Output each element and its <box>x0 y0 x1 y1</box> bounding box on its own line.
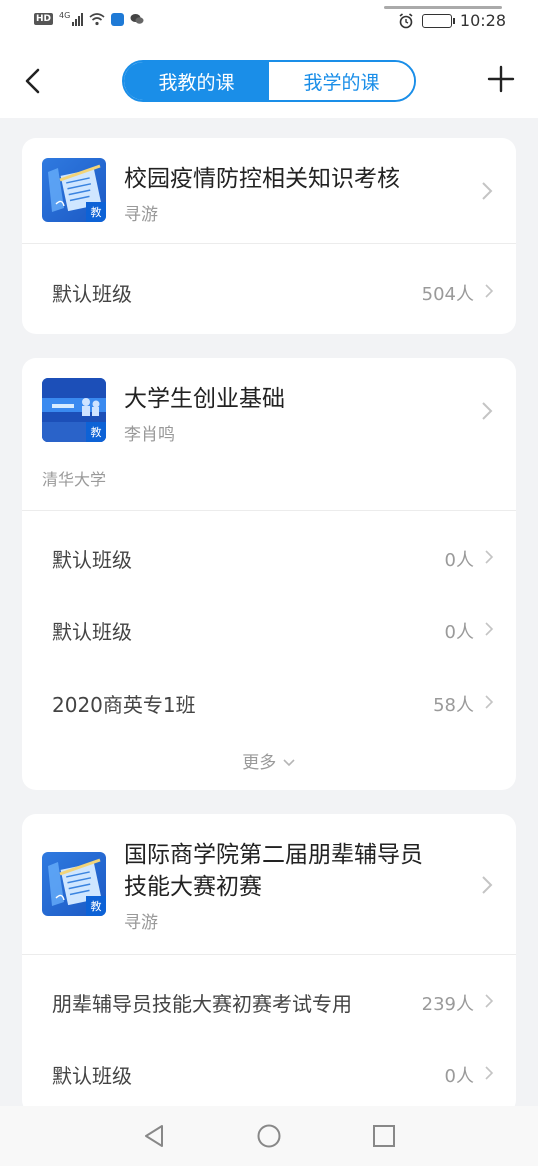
class-name: 2020商英专1班 <box>52 693 196 717</box>
tab-learning[interactable]: 我学的课 <box>269 62 414 100</box>
course-cover: 教 <box>42 378 106 442</box>
course-header[interactable]: 教 校园疫情防控相关知识考核 寻游 <box>22 138 516 244</box>
course-cover: 教 <box>42 158 106 222</box>
app-notification-icon <box>111 12 125 26</box>
teacher-badge: 教 <box>86 202 106 222</box>
class-name: 默认班级 <box>52 620 132 644</box>
back-triangle-icon[interactable] <box>140 1122 168 1150</box>
class-count: 504人 <box>421 284 474 305</box>
chevron-right-icon <box>485 695 494 709</box>
class-row[interactable]: 朋辈辅导员技能大赛初赛考试专用 239人 <box>22 966 516 1038</box>
chevron-right-icon <box>485 550 494 564</box>
class-row[interactable]: 默认班级 504人 <box>22 256 516 328</box>
class-row[interactable]: 默认班级 0人 <box>22 1038 516 1110</box>
more-label: 更多 <box>242 753 277 773</box>
chevron-right-icon <box>485 994 494 1008</box>
top-header: 我教的课 我学的课 <box>0 44 538 118</box>
teacher-badge: 教 <box>86 422 106 442</box>
class-row[interactable]: 2020商英专1班 58人 <box>22 667 516 739</box>
alarm-icon <box>399 12 413 28</box>
class-name: 默认班级 <box>52 1064 132 1088</box>
class-name: 默认班级 <box>52 548 132 572</box>
course-title-line1: 国际商学院第二届朋辈辅导员 <box>124 842 423 868</box>
divider <box>22 510 516 511</box>
course-title: 校园疫情防控相关知识考核 <box>124 166 400 192</box>
status-bar-divider <box>384 6 502 9</box>
course-card[interactable]: 教 国际商学院第二届朋辈辅导员 技能大赛初赛 寻游 朋辈辅导员技能大赛初赛考试专… <box>22 814 516 1114</box>
system-nav-bar <box>0 1106 538 1166</box>
course-cover: 教 <box>42 852 106 916</box>
chevron-right-icon <box>482 876 493 894</box>
course-tabs: 我教的课 我学的课 <box>122 60 416 102</box>
home-circle-icon[interactable] <box>255 1122 283 1150</box>
course-header[interactable]: 教 大学生创业基础 李肖鸣 <box>22 358 516 464</box>
chevron-right-icon <box>482 182 493 200</box>
status-right-icons: 10:28 <box>398 11 506 30</box>
status-bar: HD 4G 10:28 <box>0 0 538 44</box>
more-button[interactable]: 更多 <box>22 748 516 773</box>
hd-icon: HD <box>34 13 54 25</box>
class-count: 0人 <box>444 622 474 643</box>
chevron-right-icon <box>485 1066 494 1080</box>
divider <box>22 954 516 955</box>
class-count: 0人 <box>444 1066 474 1087</box>
chevron-right-icon <box>482 402 493 420</box>
divider <box>22 243 516 244</box>
battery-icon <box>421 13 455 28</box>
course-title: 大学生创业基础 <box>124 386 285 412</box>
chevron-down-icon <box>283 759 295 767</box>
course-card[interactable]: 教 大学生创业基础 李肖鸣 清华大学 默认班级 0人 默认班级 0人 2020商… <box>22 358 516 790</box>
tab-teaching[interactable]: 我教的课 <box>124 62 269 100</box>
class-name: 朋辈辅导员技能大赛初赛考试专用 <box>52 992 352 1016</box>
course-teacher: 寻游 <box>124 205 158 225</box>
class-row[interactable]: 默认班级 0人 <box>22 522 516 594</box>
class-row[interactable]: 默认班级 0人 <box>22 594 516 666</box>
course-title-line2: 技能大赛初赛 <box>124 874 262 900</box>
course-school: 清华大学 <box>42 470 107 489</box>
wechat-icon <box>130 14 144 24</box>
chevron-right-icon <box>485 284 494 298</box>
back-arrow-icon[interactable] <box>18 64 48 98</box>
class-count: 239人 <box>421 994 474 1015</box>
class-count: 0人 <box>444 550 474 571</box>
class-name: 默认班级 <box>52 282 132 306</box>
course-teacher: 寻游 <box>124 913 158 933</box>
network-type-label: 4G <box>59 10 71 20</box>
course-header[interactable]: 教 国际商学院第二届朋辈辅导员 技能大赛初赛 寻游 <box>22 814 516 954</box>
wifi-icon <box>89 13 105 26</box>
signal-icon <box>72 12 84 26</box>
status-left-icons: HD 4G <box>34 10 144 26</box>
status-time: 10:28 <box>459 11 506 30</box>
plus-icon[interactable] <box>486 64 516 94</box>
class-count: 58人 <box>433 695 474 716</box>
course-card[interactable]: 教 校园疫情防控相关知识考核 寻游 默认班级 504人 <box>22 138 516 334</box>
teacher-badge: 教 <box>86 896 106 916</box>
course-teacher: 李肖鸣 <box>124 425 175 445</box>
recents-square-icon[interactable] <box>370 1122 398 1150</box>
chevron-right-icon <box>485 622 494 636</box>
